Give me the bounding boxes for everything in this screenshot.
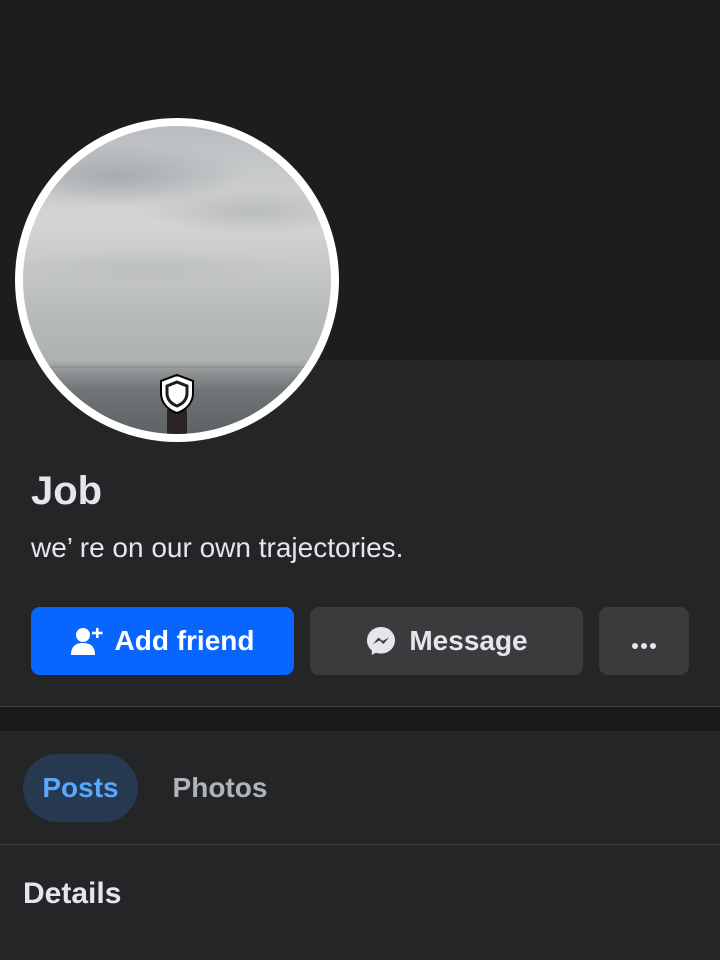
more-options-button[interactable] — [599, 607, 689, 675]
details-heading: Details — [23, 877, 122, 910]
section-divider — [0, 706, 720, 731]
more-dots-icon — [631, 625, 657, 657]
message-button[interactable]: Message — [310, 607, 583, 675]
add-friend-label: Add friend — [114, 625, 255, 656]
profile-page: Job we’ re on our own trajectories. Add … — [0, 0, 720, 960]
profile-name: Job — [31, 469, 103, 513]
tabs-separator — [0, 844, 720, 845]
person-plus-icon — [70, 626, 103, 656]
messenger-icon — [365, 625, 397, 657]
tab-posts[interactable]: Posts — [23, 754, 138, 822]
add-friend-button[interactable]: Add friend — [31, 607, 294, 675]
shield-icon — [158, 373, 196, 415]
tab-photos[interactable]: Photos — [150, 754, 290, 822]
profile-bio: we’ re on our own trajectories. — [31, 532, 404, 563]
message-label: Message — [409, 625, 528, 656]
